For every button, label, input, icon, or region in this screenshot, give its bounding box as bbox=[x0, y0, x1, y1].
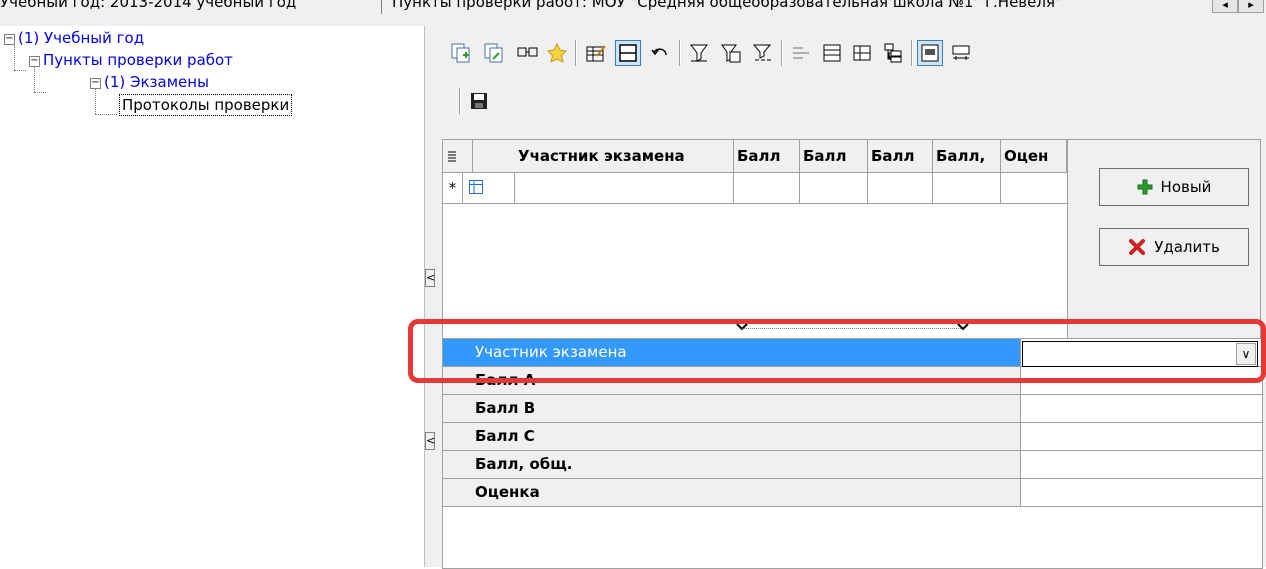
panel-resize-handle[interactable] bbox=[730, 322, 975, 336]
property-row-score-total[interactable]: Балл, общ. bbox=[443, 451, 1262, 479]
grid-view-icon[interactable] bbox=[615, 40, 641, 66]
property-label: Балл, общ. bbox=[443, 451, 1021, 478]
chevron-down-icon bbox=[736, 323, 748, 331]
delete-x-icon bbox=[1129, 239, 1146, 255]
action-panel: Новый Удалить bbox=[1067, 139, 1261, 352]
table-header: Участник экзамена Балл Балл Балл Балл, О… bbox=[443, 140, 1067, 173]
new-button-label: Новый bbox=[1160, 178, 1212, 196]
breadcrumb-bar: Учебный год: 2013-2014 учебный год Пункт… bbox=[0, 0, 1266, 26]
breadcrumb-year[interactable]: Учебный год: 2013-2014 учебный год bbox=[0, 0, 296, 11]
toolbar-separator bbox=[911, 40, 913, 66]
link-icon[interactable] bbox=[514, 40, 540, 66]
cell[interactable] bbox=[515, 173, 734, 203]
toolbar-separator bbox=[679, 40, 681, 66]
cell[interactable] bbox=[933, 173, 1001, 203]
filter-clear-icon[interactable] bbox=[749, 40, 775, 66]
chevron-down-icon[interactable]: ∨ bbox=[1236, 343, 1256, 365]
list-view-icon[interactable] bbox=[819, 40, 845, 66]
property-value[interactable] bbox=[1021, 479, 1262, 506]
align-icon[interactable] bbox=[788, 40, 814, 66]
new-row-marker: * bbox=[443, 173, 463, 203]
collapse-icon[interactable]: − bbox=[90, 78, 101, 89]
participant-dropdown[interactable]: ∨ bbox=[1022, 341, 1258, 367]
toolbar-separator bbox=[781, 40, 783, 66]
chevron-down-icon bbox=[957, 323, 969, 331]
property-label: Балл B bbox=[443, 395, 1021, 422]
new-record-row[interactable]: * bbox=[443, 173, 1067, 204]
property-value[interactable] bbox=[1021, 367, 1262, 394]
column-header[interactable]: Балл, bbox=[933, 140, 1001, 172]
content-panel: Участник экзамена Балл Балл Балл Балл, О… bbox=[435, 26, 1266, 569]
breadcrumb-points[interactable]: Пункты проверки работ: МОУ "Средняя обще… bbox=[392, 0, 1062, 11]
property-value[interactable] bbox=[1021, 423, 1262, 450]
cell[interactable] bbox=[868, 173, 933, 203]
tree-view-icon[interactable] bbox=[880, 40, 906, 66]
resize-line bbox=[742, 328, 963, 329]
tree-line bbox=[14, 70, 26, 71]
filter-icon[interactable] bbox=[686, 40, 712, 66]
cell[interactable] bbox=[734, 173, 800, 203]
delete-button-label: Удалить bbox=[1154, 238, 1220, 256]
property-row-participant[interactable]: Участник экзамена ∨ bbox=[443, 339, 1262, 367]
collapse-icon[interactable]: − bbox=[4, 34, 15, 45]
property-row-grade[interactable]: Оценка bbox=[443, 479, 1262, 507]
column-header[interactable]: Оцен bbox=[1001, 140, 1067, 172]
tree-item-school-year[interactable]: (1) Учебный год bbox=[18, 28, 144, 48]
filter-settings-icon[interactable] bbox=[718, 40, 744, 66]
column-header[interactable]: Балл bbox=[734, 140, 800, 172]
record-properties: Участник экзамена ∨ Балл A Балл B Балл C… bbox=[442, 338, 1263, 569]
property-value[interactable] bbox=[1021, 451, 1262, 478]
split-view-icon[interactable] bbox=[849, 40, 875, 66]
toolbar-separator bbox=[459, 88, 461, 114]
collapse-left-icon[interactable]: < bbox=[425, 269, 435, 287]
plus-icon bbox=[1137, 179, 1153, 195]
undo-icon[interactable] bbox=[647, 40, 673, 66]
table-icon bbox=[463, 173, 515, 203]
scroll-right-button[interactable]: ▸ bbox=[1238, 0, 1264, 13]
tree-line bbox=[14, 44, 15, 70]
scroll-left-button[interactable]: ◂ bbox=[1212, 0, 1238, 13]
column-header[interactable]: Балл bbox=[800, 140, 868, 172]
save-icon[interactable] bbox=[466, 88, 492, 114]
cell[interactable] bbox=[800, 173, 868, 203]
star-icon[interactable] bbox=[544, 40, 570, 66]
toolbar-separator bbox=[575, 40, 577, 66]
property-label: Балл A bbox=[443, 367, 1021, 394]
property-label: Балл C bbox=[443, 423, 1021, 450]
new-button[interactable]: Новый bbox=[1099, 168, 1249, 206]
property-label: Участник экзамена bbox=[443, 339, 1021, 366]
column-header[interactable]: Участник экзамена bbox=[515, 140, 734, 172]
collapse-left-icon[interactable]: < bbox=[425, 432, 435, 450]
toolbar bbox=[435, 26, 1266, 122]
row-menu-icon[interactable] bbox=[443, 140, 473, 172]
form-view-icon[interactable] bbox=[917, 40, 943, 66]
tree-item-exams[interactable]: (1) Экзамены bbox=[104, 72, 209, 92]
tree-item-check-points[interactable]: Пункты проверки работ bbox=[43, 50, 233, 70]
tree-line bbox=[34, 66, 35, 92]
property-value[interactable] bbox=[1021, 395, 1262, 422]
column-header[interactable]: Балл bbox=[868, 140, 933, 172]
copy-edit-icon[interactable] bbox=[481, 40, 507, 66]
property-row-score-b[interactable]: Балл B bbox=[443, 395, 1262, 423]
tree-item-protocols[interactable]: Протоколы проверки bbox=[119, 94, 293, 116]
property-row-score-a[interactable]: Балл A bbox=[443, 367, 1262, 395]
property-label: Оценка bbox=[443, 479, 1021, 506]
property-row-score-c[interactable]: Балл C bbox=[443, 423, 1262, 451]
copy-add-icon[interactable] bbox=[448, 40, 474, 66]
tree-line bbox=[95, 88, 96, 114]
delete-button[interactable]: Удалить bbox=[1099, 228, 1249, 266]
tree-line bbox=[95, 114, 117, 115]
collapse-icon[interactable]: − bbox=[29, 56, 40, 67]
edit-record-icon[interactable] bbox=[583, 40, 609, 66]
breadcrumb-separator bbox=[381, 0, 382, 14]
columns-icon[interactable] bbox=[948, 40, 974, 66]
cell[interactable] bbox=[1001, 173, 1067, 203]
navigation-tree: − (1) Учебный год − Пункты проверки рабо… bbox=[0, 26, 424, 567]
tree-line bbox=[34, 92, 46, 93]
